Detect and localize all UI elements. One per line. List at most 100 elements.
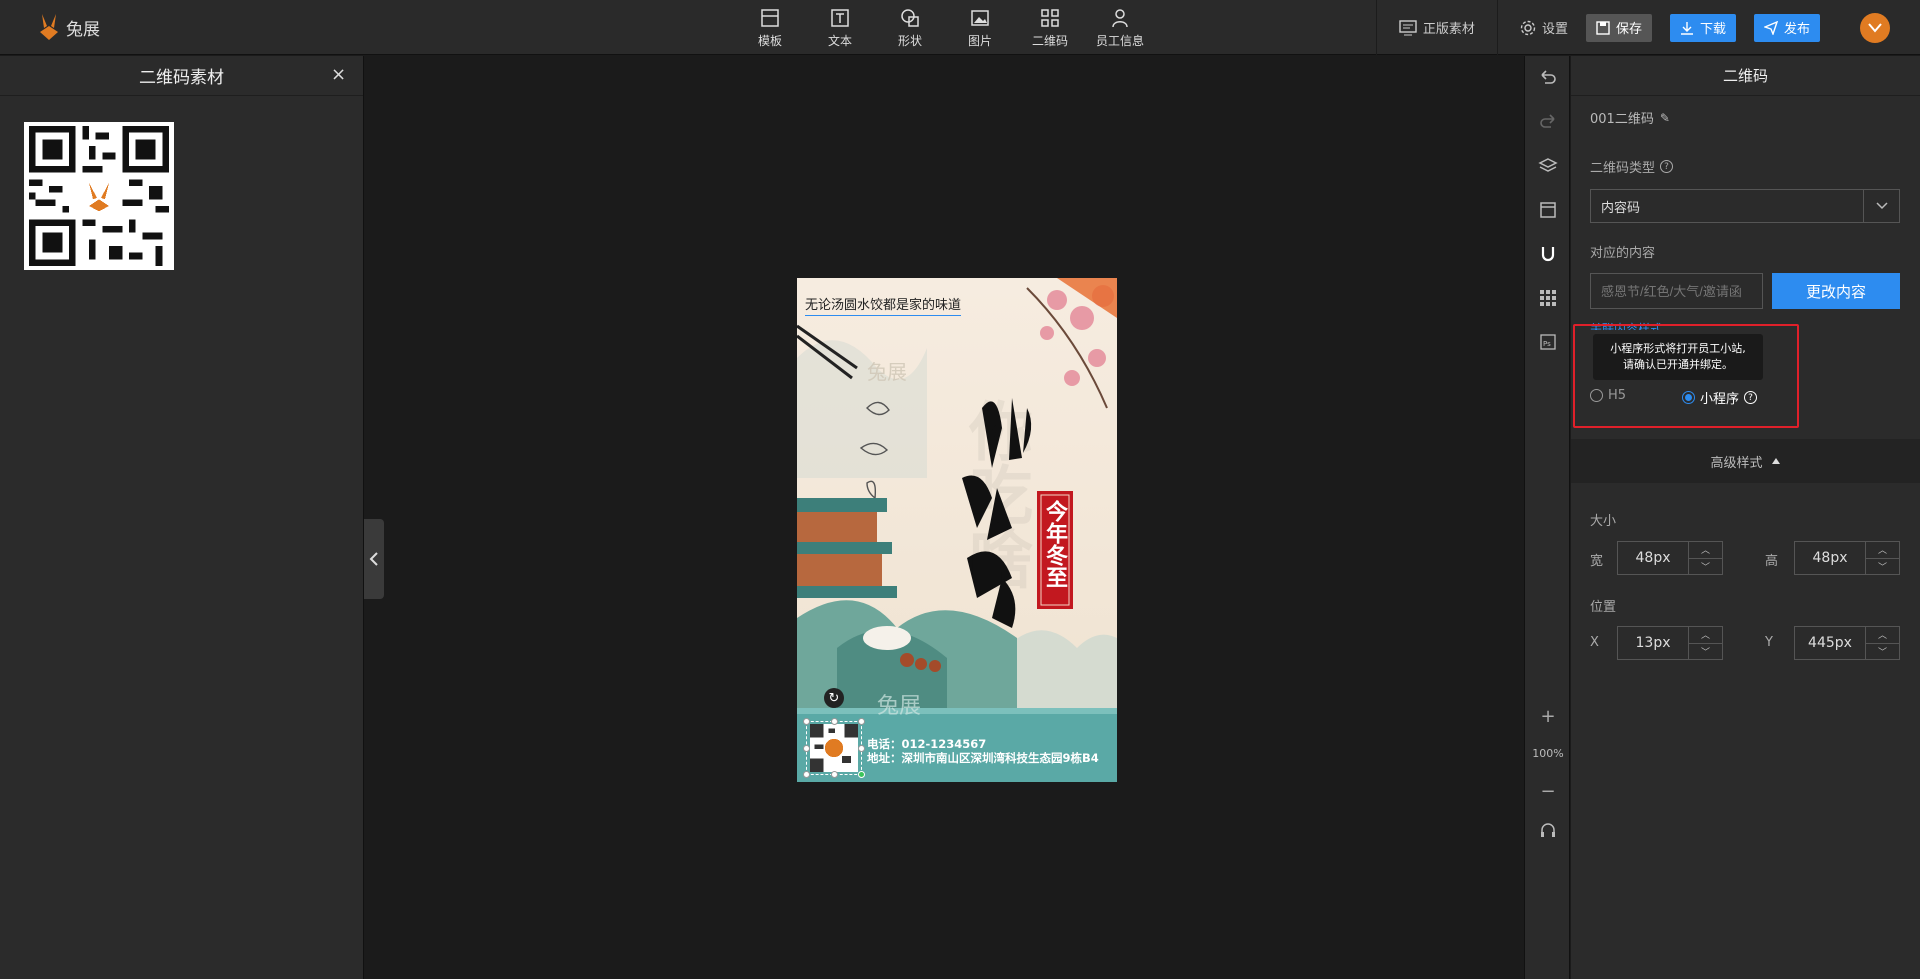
element-name[interactable]: 001二维码 ✎ [1590, 108, 1670, 128]
close-icon[interactable]: × [331, 66, 347, 84]
rabbit-logo-icon [40, 14, 58, 40]
stepper-down-icon[interactable]: ﹀ [1866, 644, 1899, 660]
tool-template[interactable]: 模板 [735, 8, 805, 49]
poster-watermark: 兔展 [867, 360, 907, 384]
width-stepper[interactable]: 48px ︿ ﹀ [1617, 541, 1723, 575]
poster-address[interactable]: 地址：深圳市南山区深圳湾科技生态园9栋B4 [867, 750, 1099, 766]
panel-header: 二维码素材 × [0, 56, 363, 96]
zoom-out-icon[interactable]: − [1525, 781, 1571, 802]
shape-icon [901, 9, 919, 27]
collapse-panel-button[interactable] [364, 519, 384, 599]
stepper-down-icon[interactable]: ﹀ [1866, 559, 1899, 575]
qrcode-image [810, 724, 858, 772]
qr-type-select[interactable]: 内容码 [1590, 189, 1900, 223]
advanced-style-toggle[interactable]: 高级样式 [1571, 439, 1920, 483]
redo-icon[interactable] [1538, 112, 1558, 132]
qrcode-icon [1041, 9, 1059, 27]
resize-handle[interactable] [858, 771, 865, 778]
poster-big-title[interactable]: 你吃啥 [958, 398, 1033, 590]
user-avatar[interactable] [1860, 12, 1890, 43]
page-frame-icon[interactable] [1538, 200, 1558, 220]
y-stepper[interactable]: 445px ︿ ﹀ [1794, 626, 1900, 660]
app-logo[interactable]: 兔展 [36, 12, 100, 42]
resize-handle[interactable] [803, 718, 810, 725]
licensed-assets-button[interactable]: 正版素材 [1377, 0, 1497, 55]
stepper-down-icon[interactable]: ﹀ [1689, 644, 1722, 660]
save-button[interactable]: 保存 [1585, 13, 1652, 42]
resize-handle[interactable] [803, 745, 810, 752]
highlight-box [1573, 324, 1799, 428]
text-icon [831, 9, 849, 27]
magnet-icon[interactable] [1538, 244, 1558, 264]
element-name-text: 001二维码 [1590, 112, 1654, 127]
download-button[interactable]: 下载 [1669, 13, 1736, 42]
content-label: 对应的内容 [1590, 246, 1656, 261]
resize-handle[interactable] [831, 718, 838, 725]
x-value[interactable]: 13px [1618, 627, 1688, 659]
qr-asset-thumbnail[interactable] [24, 122, 174, 270]
selected-qr-element[interactable] [803, 718, 865, 778]
x-stepper[interactable]: 13px ︿ ﹀ [1617, 626, 1723, 660]
poster-artwork [797, 278, 1117, 782]
content-input[interactable] [1590, 273, 1763, 309]
headset-support-icon[interactable] [1538, 821, 1558, 841]
licensed-assets-label: 正版素材 [1422, 22, 1475, 37]
stepper-up-icon[interactable]: ︿ [1689, 627, 1722, 644]
tool-text[interactable]: 文本 [805, 8, 875, 49]
qr-type-label-text: 二维码类型 [1590, 161, 1656, 176]
tool-qrcode[interactable]: 二维码 [1015, 8, 1085, 49]
resize-handle[interactable] [858, 718, 865, 725]
gear-icon [1520, 20, 1536, 35]
photoshop-import-icon[interactable]: Ps [1538, 332, 1558, 352]
stepper-down-icon[interactable]: ﹀ [1689, 559, 1722, 575]
tool-text-label: 文本 [827, 34, 852, 48]
pencil-icon[interactable]: ✎ [1660, 111, 1670, 125]
save-label: 保存 [1615, 22, 1642, 37]
resize-handle[interactable] [803, 771, 810, 778]
chevron-left-icon [369, 552, 378, 566]
insert-toolbar: 模板 文本 形状 图片 二维码 员工信息 [735, 8, 1155, 49]
height-label: 高 [1765, 554, 1779, 569]
caret-up-icon [1771, 458, 1780, 464]
poster-canvas[interactable]: 无论汤圆水饺都是家的味道 兔展 你吃啥 今年冬至 ↻ 兔展 电话：012-123… [797, 278, 1117, 782]
grid-icon[interactable] [1538, 288, 1558, 308]
properties-panel: 二维码 001二维码 ✎ 二维码类型 ? 内容码 对应的内容 更改内容 关联内容… [1571, 56, 1920, 979]
tool-shape[interactable]: 形状 [875, 8, 945, 49]
poster-watermark-2: 兔展 [877, 694, 922, 719]
stepper-up-icon[interactable]: ︿ [1689, 542, 1722, 559]
settings-button[interactable]: 设置 [1498, 0, 1568, 55]
tool-image[interactable]: 图片 [945, 8, 1015, 49]
publish-button[interactable]: 发布 [1753, 13, 1820, 42]
tool-employee-info[interactable]: 员工信息 [1085, 8, 1155, 49]
resize-handle[interactable] [831, 771, 838, 778]
stepper-up-icon[interactable]: ︿ [1866, 542, 1899, 559]
height-stepper[interactable]: 48px ︿ ﹀ [1794, 541, 1900, 575]
height-value[interactable]: 48px [1795, 542, 1865, 574]
qr-assets-panel: 二维码素材 × [0, 56, 364, 979]
poster-tagline[interactable]: 无论汤圆水饺都是家的味道 [805, 294, 962, 316]
zoom-in-icon[interactable]: + [1525, 706, 1571, 727]
image-icon [971, 10, 989, 26]
help-icon[interactable]: ? [1660, 160, 1674, 173]
chevron-down-icon[interactable] [1863, 190, 1899, 222]
undo-icon[interactable] [1538, 68, 1558, 88]
properties-title: 二维码 [1722, 67, 1768, 85]
user-icon [1112, 9, 1128, 28]
panel-title: 二维码素材 [139, 68, 224, 88]
resize-handle[interactable] [858, 745, 865, 752]
assets-icon [1399, 19, 1417, 35]
side-tool-rail: Ps + 100% − [1524, 56, 1570, 979]
stepper-up-icon[interactable]: ︿ [1866, 627, 1899, 644]
download-icon [1680, 21, 1693, 35]
layers-icon[interactable] [1538, 156, 1558, 176]
rotate-handle-icon[interactable]: ↻ [824, 688, 844, 708]
avatar-chevron-icon [1868, 22, 1882, 33]
change-content-button[interactable]: 更改内容 [1772, 273, 1900, 309]
top-right-actions: 正版素材 设置 保存 下载 发布 [1375, 0, 1920, 55]
width-value[interactable]: 48px [1618, 542, 1688, 574]
properties-header: 二维码 [1571, 56, 1920, 96]
poster-seal-text[interactable]: 今年冬至 [1041, 500, 1069, 588]
download-label: 下载 [1699, 22, 1726, 37]
qrcode-image [29, 126, 169, 266]
y-value[interactable]: 445px [1795, 627, 1865, 659]
